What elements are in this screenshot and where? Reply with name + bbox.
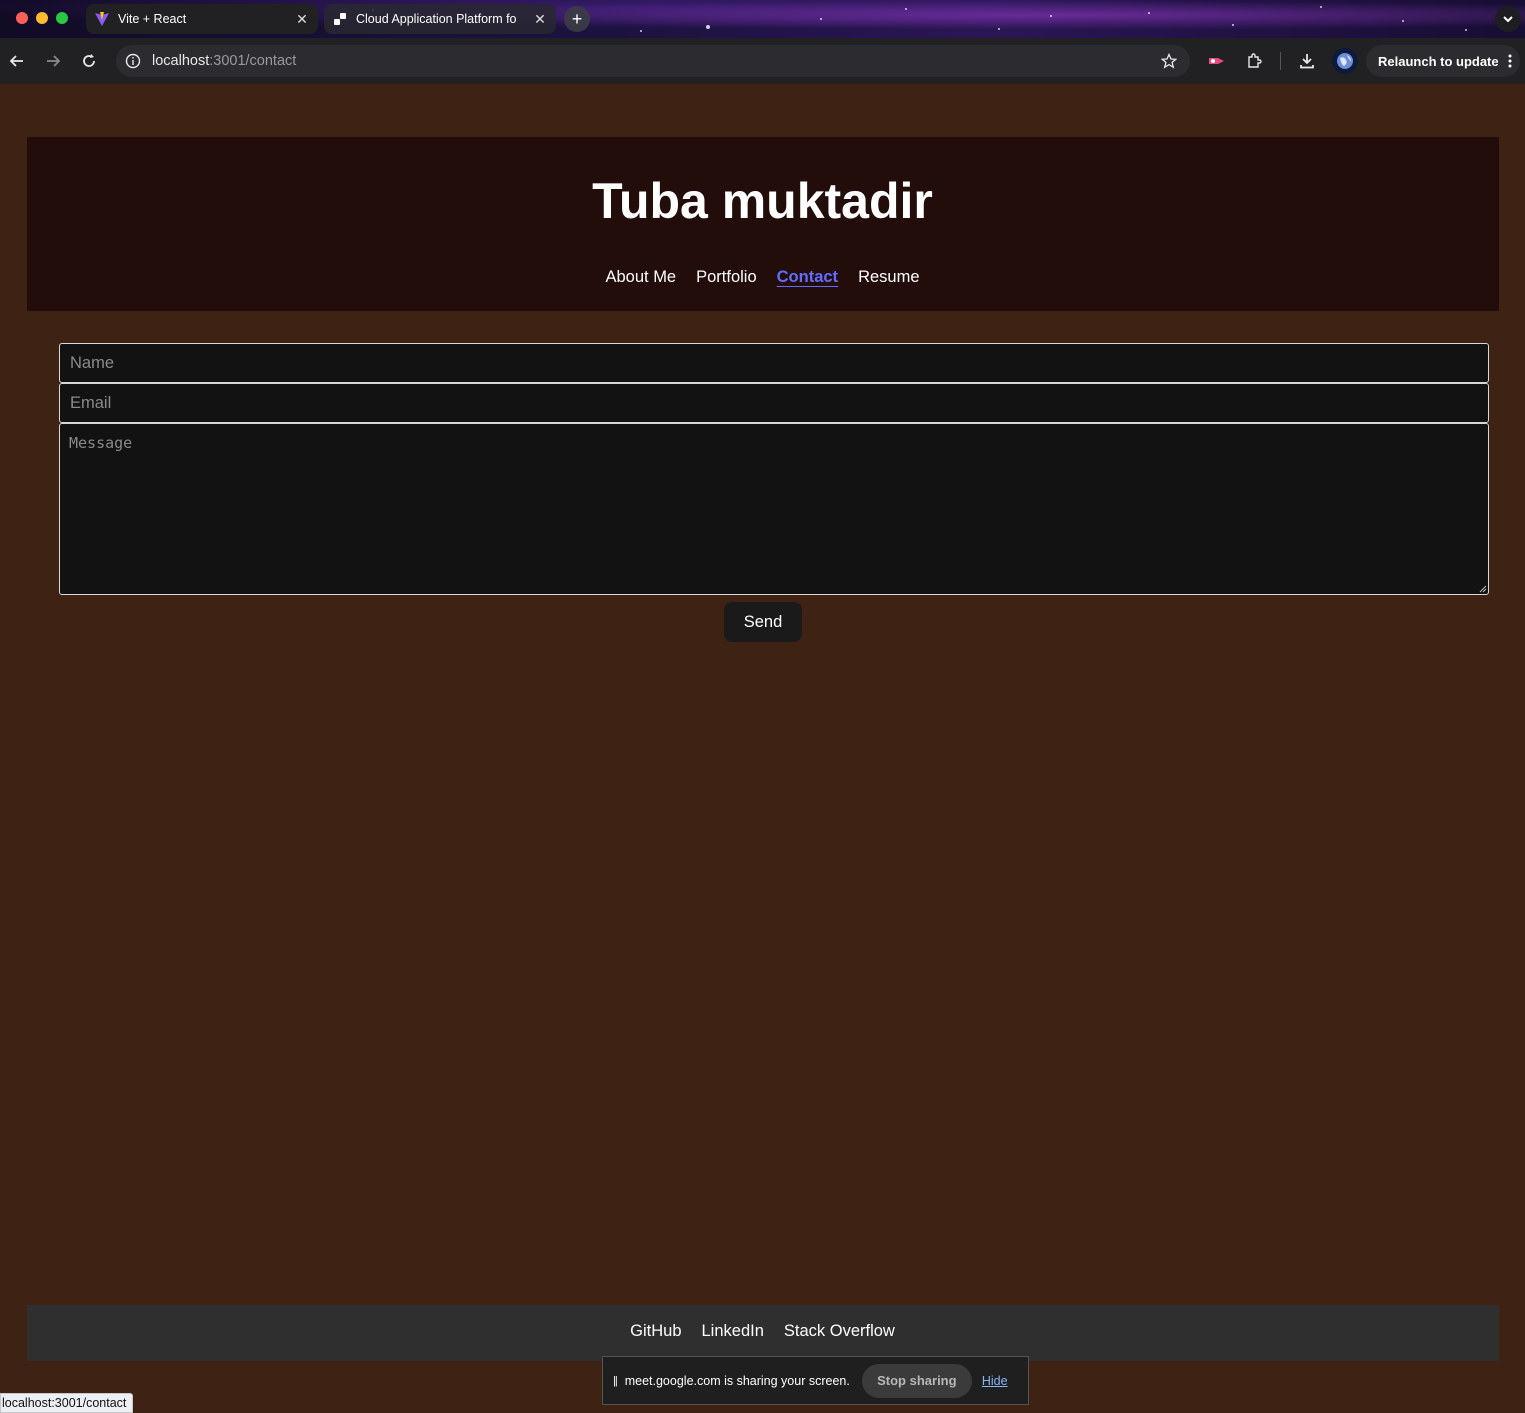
background-star — [1402, 20, 1404, 22]
back-arrow-icon — [9, 55, 23, 67]
nav-resume[interactable]: Resume — [858, 268, 919, 287]
site-info-icon[interactable] — [124, 52, 142, 70]
resize-handle-icon[interactable] — [1479, 585, 1487, 593]
window-zoom-button[interactable] — [56, 12, 68, 24]
name-placeholder: Name — [70, 353, 115, 372]
nav-portfolio[interactable]: Portfolio — [696, 268, 757, 287]
close-icon[interactable]: ✕ — [294, 11, 310, 27]
background-star — [998, 28, 1000, 30]
address-url: localhost:3001/contact — [152, 53, 296, 69]
background-star — [1148, 12, 1150, 14]
message-textarea[interactable]: Message — [59, 423, 1489, 595]
stop-sharing-button[interactable]: Stop sharing — [861, 1363, 972, 1398]
profile-avatar[interactable] — [1332, 48, 1358, 74]
background-star — [820, 18, 822, 20]
forward-button[interactable] — [43, 51, 63, 71]
screen-share-message: meet.google.com is sharing your screen. — [624, 1373, 850, 1388]
screen-share-bar: || meet.google.com is sharing your scree… — [602, 1356, 1029, 1405]
browser-toolbar: localhost:3001/contact Relaunch to updat… — [0, 38, 1525, 84]
site-nav: About Me Portfolio Contact Resume — [0, 268, 1525, 287]
email-placeholder: Email — [70, 393, 112, 412]
message-placeholder: Message — [69, 434, 133, 452]
downloads-icon[interactable] — [1297, 51, 1317, 71]
background-star — [640, 30, 642, 32]
background-star — [1050, 15, 1052, 17]
email-input[interactable]: Email — [59, 383, 1489, 423]
reload-icon — [83, 54, 95, 67]
drag-handle-icon[interactable]: || — [613, 1375, 618, 1387]
site-title: Tuba muktadir — [592, 173, 933, 229]
vite-icon — [94, 11, 110, 27]
more-menu-icon — [1508, 53, 1512, 72]
window-close-button[interactable] — [16, 12, 28, 24]
cloud-platform-icon — [332, 11, 348, 27]
relaunch-to-update-button[interactable]: Relaunch to update — [1366, 45, 1520, 77]
background-star — [706, 25, 710, 29]
background-star — [905, 8, 907, 10]
tab-title: Vite + React — [118, 12, 187, 26]
tab-search-button[interactable] — [1495, 6, 1521, 32]
footer-link-stack-overflow[interactable]: Stack Overflow — [784, 1322, 895, 1341]
background-star — [1465, 29, 1467, 31]
footer-links: GitHub LinkedIn Stack Overflow — [0, 1322, 1525, 1341]
send-button[interactable]: Send — [724, 602, 802, 642]
footer-link-linkedin[interactable]: LinkedIn — [702, 1322, 764, 1341]
extensions-puzzle-icon[interactable] — [1244, 51, 1264, 71]
close-icon[interactable]: ✕ — [532, 11, 548, 27]
chevron-down-icon — [1503, 16, 1513, 23]
toolbar-divider — [1280, 52, 1281, 70]
window-minimize-button[interactable] — [36, 12, 48, 24]
footer-link-github[interactable]: GitHub — [630, 1322, 681, 1341]
back-button[interactable] — [7, 51, 27, 71]
url-path: :3001/contact — [209, 53, 297, 69]
nav-about-me[interactable]: About Me — [605, 268, 676, 287]
nav-contact[interactable]: Contact — [777, 268, 838, 287]
name-input[interactable]: Name — [59, 343, 1489, 383]
extension-icon[interactable] — [1207, 51, 1227, 71]
tab-vite-react[interactable]: Vite + React ✕ — [86, 4, 318, 34]
tab-cloud-application-platform[interactable]: Cloud Application Platform fo ✕ — [324, 4, 556, 34]
browser-tab-strip: Vite + React ✕ Cloud Application Platfor… — [0, 0, 1525, 38]
background-star — [1320, 6, 1322, 8]
url-host: localhost — [152, 53, 210, 69]
tab-title: Cloud Application Platform fo — [356, 12, 517, 26]
new-tab-button[interactable]: + — [564, 6, 590, 32]
globe-avatar-icon — [1337, 53, 1353, 69]
hide-link[interactable]: Hide — [982, 1374, 1008, 1388]
background-star — [1232, 24, 1234, 26]
forward-arrow-icon — [47, 55, 61, 67]
relaunch-label: Relaunch to update — [1378, 53, 1499, 69]
address-bar[interactable]: localhost:3001/contact — [116, 45, 1190, 77]
reload-button[interactable] — [79, 51, 99, 71]
bookmark-star-icon[interactable] — [1160, 52, 1178, 70]
status-bar-url: localhost:3001/contact — [0, 1393, 134, 1413]
